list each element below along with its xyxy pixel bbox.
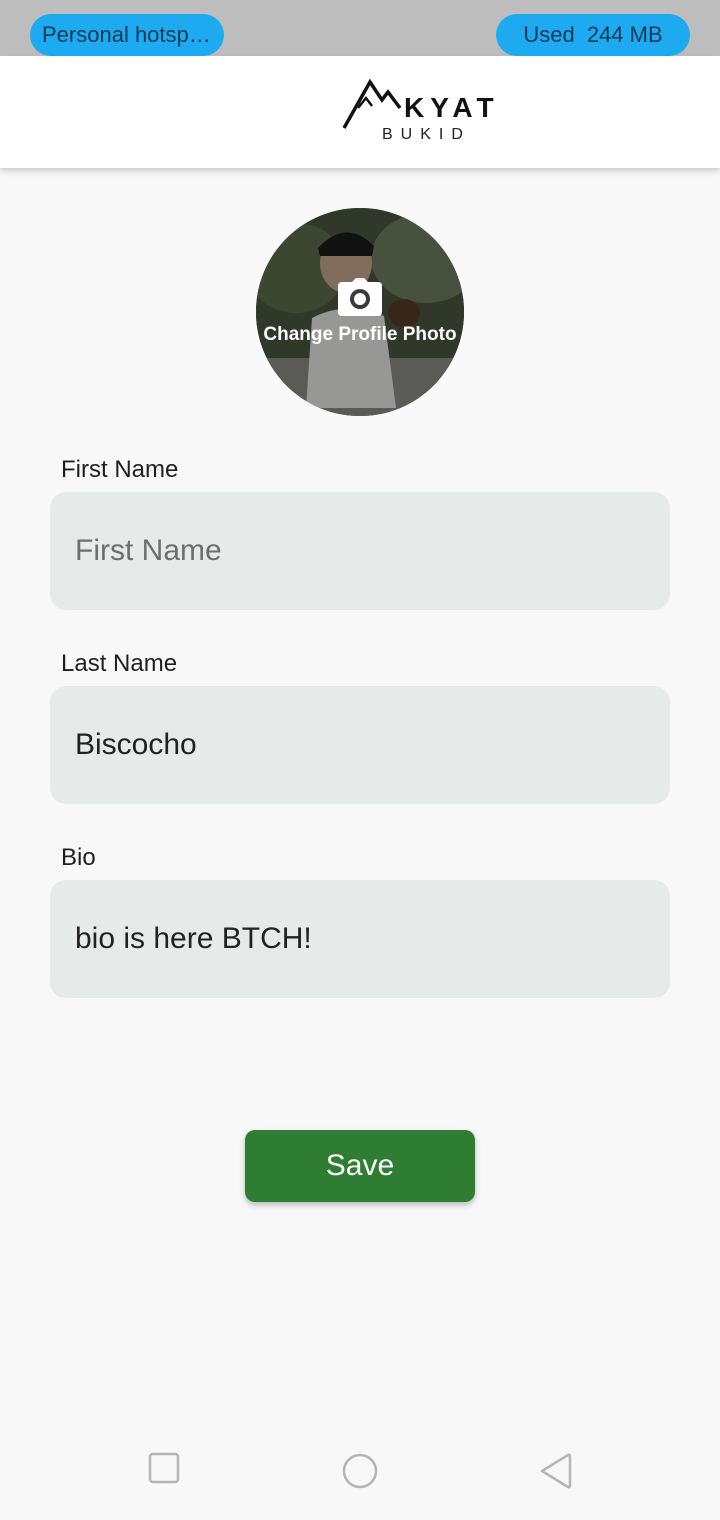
last-name-field[interactable]: Biscocho	[50, 686, 670, 804]
logo-subtitle: BUKID	[382, 126, 471, 143]
bio-label: Bio	[61, 844, 96, 871]
change-profile-photo-label: Change Profile Photo	[263, 324, 457, 345]
logo-word: KYAT	[404, 92, 500, 123]
bio-field[interactable]: bio is here BTCH!	[50, 880, 670, 998]
app-logo: KYAT BUKID	[342, 78, 502, 148]
circle-icon[interactable]	[341, 1452, 379, 1490]
first-name-field[interactable]: First Name	[50, 492, 670, 610]
camera-icon	[338, 278, 382, 316]
hotspot-pill[interactable]: Personal hotspot...	[30, 14, 224, 56]
profile-avatar[interactable]: Change Profile Photo	[256, 208, 464, 416]
usage-prefix: Used	[523, 22, 575, 47]
bio-value: bio is here BTCH!	[75, 922, 312, 955]
first-name-label: First Name	[61, 456, 179, 483]
last-name-label: Last Name	[61, 650, 178, 677]
edit-profile-screen: Personal hotspot... Used 244 MB KYAT BUK…	[0, 0, 720, 1520]
data-usage-pill[interactable]: Used 244 MB	[496, 14, 690, 56]
app-bar: KYAT BUKID	[0, 56, 720, 168]
system-nav-bar	[0, 1424, 720, 1520]
usage-value: 244 MB	[586, 22, 663, 47]
triangle-back-icon[interactable]	[538, 1452, 572, 1490]
first-name-placeholder: First Name	[75, 534, 222, 567]
last-name-value: Biscocho	[75, 728, 197, 761]
status-bar: Personal hotspot... Used 244 MB	[0, 0, 720, 56]
square-icon[interactable]	[148, 1452, 180, 1484]
save-button[interactable]: Save	[245, 1130, 475, 1202]
mountain-logo-icon	[342, 78, 402, 129]
hotspot-label: Personal hotspot...	[42, 22, 224, 47]
